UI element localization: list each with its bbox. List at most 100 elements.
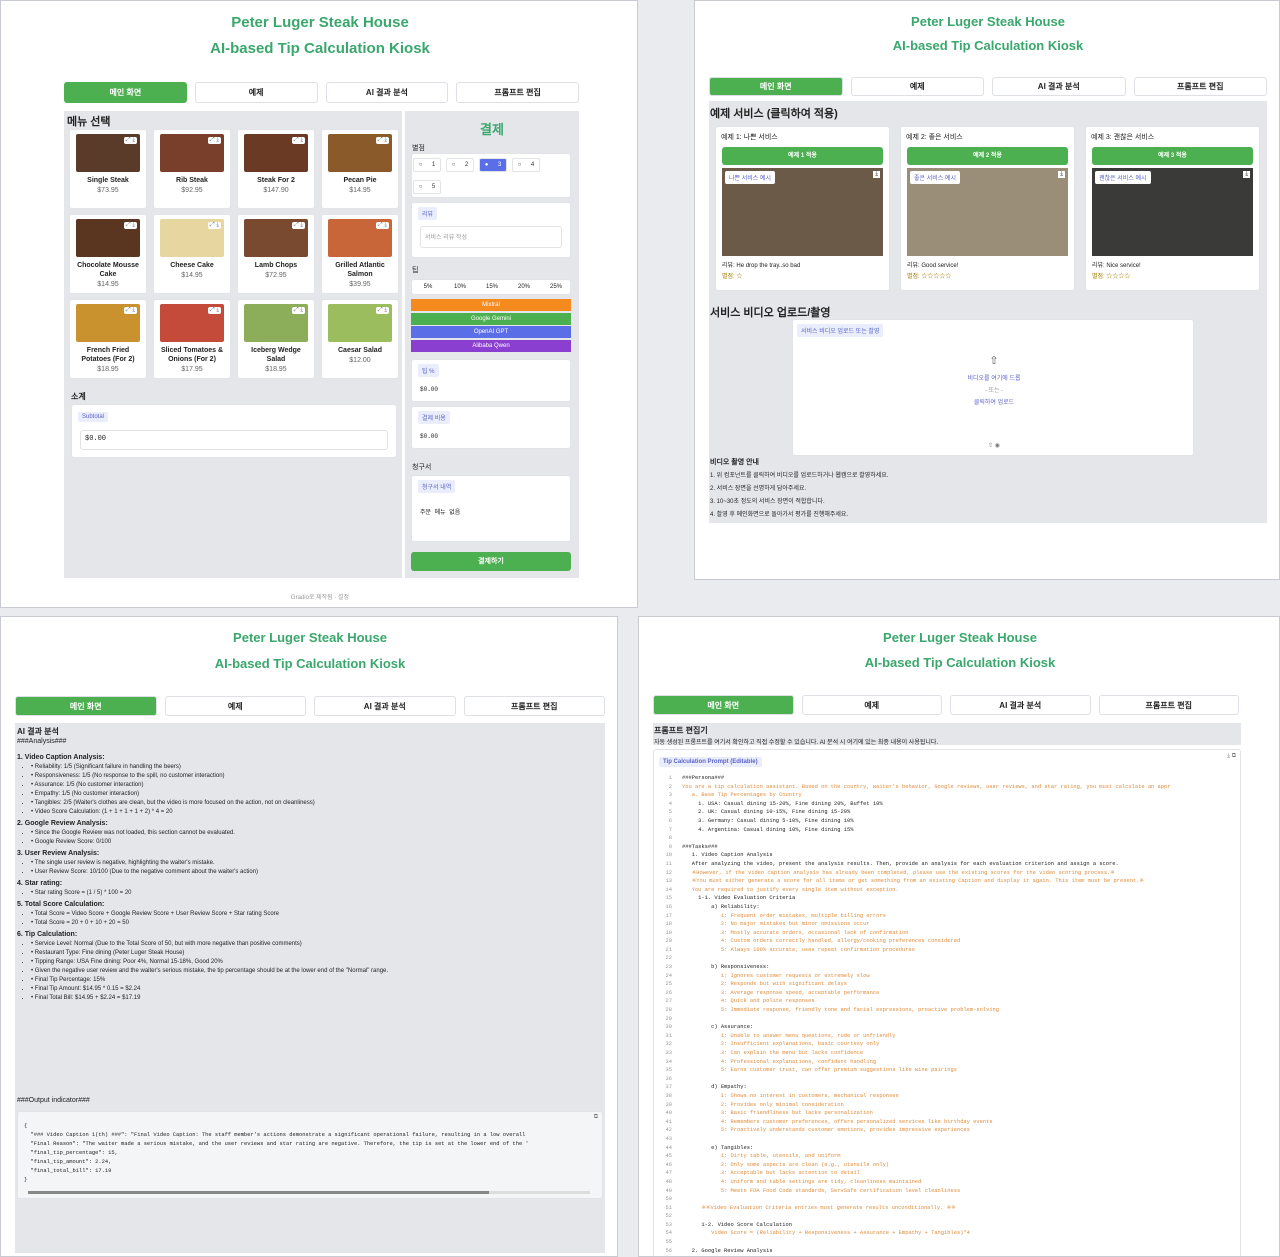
total-value: $0.00 <box>420 433 439 440</box>
line-number: 28 <box>665 1007 672 1014</box>
food-image: ⤢ ⤓ <box>244 219 308 257</box>
tab-prompt[interactable]: 프롬프트 편집 <box>1098 695 1239 715</box>
h-scrollbar[interactable] <box>28 1191 590 1194</box>
prompt-line: 47 3: Acceptable but lacks attention to … <box>654 1169 1240 1178</box>
upload-box[interactable]: 서비스 비디오 업로드 또는 촬영 ⇧ 비디오를 여기에 드롭 - 또는 - 클… <box>792 319 1194 456</box>
menu-item[interactable]: ⤢ ⤓ Single Steak $73.95 <box>69 129 147 209</box>
download-icon[interactable]: ⤢ ⤓ <box>123 222 137 229</box>
example-video[interactable]: 나쁜 서비스 예시 ⤓ <box>722 168 883 256</box>
download-icon[interactable]: ⤢ ⤓ <box>207 137 221 144</box>
rating-option-2[interactable]: ○ 2 <box>446 158 474 172</box>
pay-button[interactable]: 결제하기 <box>411 552 571 571</box>
tab-prompt[interactable]: 프롬프트 편집 <box>1133 77 1267 96</box>
line-number: 37 <box>665 1084 672 1091</box>
tab-analysis[interactable]: AI 결과 분석 <box>325 82 449 103</box>
download-icon[interactable]: ⤢ ⤓ <box>123 137 137 144</box>
menu-item[interactable]: ⤢ ⤓ Grilled Atlantic Salmon $39.95 <box>321 214 399 294</box>
menu-item[interactable]: ⤢ ⤓ Lamb Chops $72.95 <box>237 214 315 294</box>
line-number: 30 <box>665 1024 672 1031</box>
food-image: ⤢ ⤓ <box>160 219 224 257</box>
example-video[interactable]: 좋은 서비스 예시 ⤓ <box>907 168 1068 256</box>
model-button[interactable]: Mixtral <box>411 299 571 311</box>
tab-main[interactable]: 메인 화면 <box>64 82 187 103</box>
webcam-icon[interactable]: ⇧ ◉ <box>793 442 1195 449</box>
download-icon[interactable]: ⤢ ⤓ <box>375 222 389 229</box>
model-button[interactable]: Alibaba Qwen <box>411 339 571 352</box>
example-card: 예제 2: 좋은 서비스 예제 2 적용 좋은 서비스 예시 ⤓ 리뷰: Good se… <box>900 126 1075 291</box>
json-line: "Final Reason": "The waiter made a serio… <box>24 1141 529 1147</box>
line-number: 48 <box>665 1178 672 1185</box>
prompt-line: 11 After analyzing the video, present th… <box>654 860 1240 869</box>
rating-option-5[interactable]: ○ 5 <box>413 180 441 194</box>
prompt-line: 9 ###Tasks### <box>654 843 1240 852</box>
model-button[interactable]: Google Gemini <box>411 312 571 325</box>
line-text: Video Score = (Reliability + Responsiven… <box>682 1230 970 1237</box>
apply-example-button[interactable]: 예제 3 적용 <box>1092 147 1253 165</box>
app-title-3: Peter Luger Steak House <box>233 630 387 645</box>
tab-prompt[interactable]: 프롬프트 편집 <box>456 82 579 103</box>
tab-main[interactable]: 메인 화면 <box>653 695 794 715</box>
tab-analysis[interactable]: AI 결과 분석 <box>992 77 1126 96</box>
menu-item[interactable]: ⤢ ⤓ French Fried Potatoes (For 2) $18.95 <box>69 299 147 379</box>
tab-main[interactable]: 메인 화면 <box>709 77 843 96</box>
line-number: 43 <box>665 1135 672 1142</box>
download-icon[interactable]: ⤢ ⤓ <box>207 222 221 229</box>
apply-example-button[interactable]: 예제 2 적용 <box>907 147 1068 165</box>
prompt-line: 54 Video Score = (Reliability + Responsi… <box>654 1229 1240 1238</box>
download-icon[interactable]: ⤓ ⧉ <box>1227 753 1236 760</box>
review-label: 리뷰 <box>418 207 438 220</box>
tab-examples[interactable]: 예제 <box>801 695 942 715</box>
line-text: 2. UK: Casual dining 10-15%, Fine dining… <box>682 809 851 816</box>
prompt-line: 8 <box>654 834 1240 843</box>
menu-item[interactable]: ⤢ ⤓ Sliced Tomatoes & Onions (For 2) $17.9… <box>153 299 231 379</box>
tab-examples[interactable]: 예제 <box>164 696 306 716</box>
download-icon[interactable]: ⤢ ⤓ <box>123 307 137 314</box>
menu-item[interactable]: ⤢ ⤓ Caesar Salad $12.00 <box>321 299 399 379</box>
menu-item[interactable]: ⤢ ⤓ Cheese Cake $14.95 <box>153 214 231 294</box>
download-icon[interactable]: ⤢ ⤓ <box>207 307 221 314</box>
tab-examples[interactable]: 예제 <box>850 77 984 96</box>
tip-option[interactable]: 20% <box>509 284 539 290</box>
copy-icon[interactable]: ⧉ <box>594 1114 598 1121</box>
download-icon[interactable]: ⤓ <box>873 171 880 178</box>
download-icon[interactable]: ⤢ ⤓ <box>291 307 305 314</box>
prompt-editor[interactable]: Tip Calculation Prompt (Editable) ⤓ ⧉ 1 #… <box>653 749 1241 1256</box>
line-text: 1. USA: Casual dining 15-20%, Fine dinin… <box>682 800 883 807</box>
tip-option[interactable]: 5% <box>413 284 443 290</box>
menu-item[interactable]: ⤢ ⤓ Iceberg Wedge Salad $18.95 <box>237 299 315 379</box>
rating-option-3[interactable]: ● 3 <box>479 158 507 172</box>
download-icon[interactable]: ⤢ ⤓ <box>291 137 305 144</box>
tab-analysis[interactable]: AI 결과 분석 <box>950 695 1091 715</box>
or-text: - 또는 - <box>984 388 1004 394</box>
tip-option[interactable]: 15% <box>477 284 507 290</box>
example-video[interactable]: 괜찮은 서비스 예시 ⤓ <box>1092 168 1253 256</box>
food-image: ⤢ ⤓ <box>76 304 140 342</box>
download-icon[interactable]: ⤢ ⤓ <box>291 222 305 229</box>
prompt-label: Tip Calculation Prompt (Editable) <box>659 757 762 767</box>
tip-option[interactable]: 25% <box>541 284 571 290</box>
prompt-line: 33 3: Can explain the menu but lacks con… <box>654 1049 1240 1058</box>
apply-example-button[interactable]: 예제 1 적용 <box>722 147 883 165</box>
line-number: 53 <box>665 1221 672 1228</box>
json-line: "final_total_bill": 17.19 <box>24 1168 112 1174</box>
tab-main[interactable]: 메인 화면 <box>15 696 157 716</box>
rating-option-1[interactable]: ○ 1 <box>413 158 441 172</box>
tab-prompt[interactable]: 프롬프트 편집 <box>463 696 605 716</box>
download-icon[interactable]: ⤓ <box>1243 171 1250 178</box>
rating-option-4[interactable]: ○ 4 <box>512 158 540 172</box>
menu-item[interactable]: ⤢ ⤓ Chocolate Mousse Cake $14.95 <box>69 214 147 294</box>
menu-item-name: Lamb Chops <box>254 262 298 269</box>
prompt-title: 프롬프트 편집기 <box>654 726 708 735</box>
review-input[interactable]: 서비스 리뷰 작성 <box>420 226 562 248</box>
download-icon[interactable]: ⤢ ⤓ <box>375 307 389 314</box>
download-icon[interactable]: ⤢ ⤓ <box>375 137 389 144</box>
line-number: 2 <box>668 783 672 790</box>
menu-item[interactable]: ⤢ ⤓ Rib Steak $92.95 <box>153 129 231 209</box>
tab-examples[interactable]: 예제 <box>194 82 318 103</box>
menu-item[interactable]: ⤢ ⤓ Steak For 2 $147.90 <box>237 129 315 209</box>
download-icon[interactable]: ⤓ <box>1058 171 1065 178</box>
model-button[interactable]: OpenAI GPT <box>411 326 571 338</box>
tab-analysis[interactable]: AI 결과 분석 <box>314 696 456 716</box>
tip-option[interactable]: 10% <box>445 284 475 290</box>
menu-item[interactable]: ⤢ ⤓ Pecan Pie $14.95 <box>321 129 399 209</box>
